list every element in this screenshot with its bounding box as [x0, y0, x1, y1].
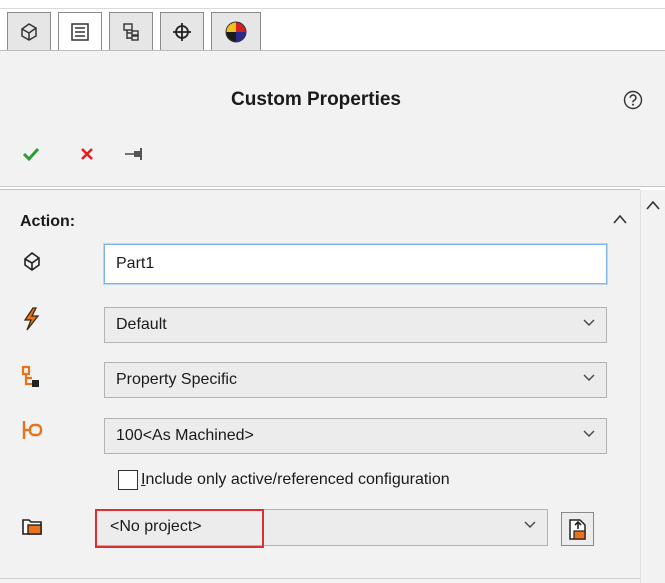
- project-folder-icon: [20, 514, 44, 543]
- scrollbar-track[interactable]: [640, 190, 641, 583]
- appearance-sphere-icon: [225, 21, 247, 42]
- include-active-config-label[interactable]: Include only active/referenced configura…: [141, 471, 450, 489]
- include-active-config-checkbox[interactable]: [118, 470, 138, 490]
- chevron-down-icon: [583, 374, 595, 381]
- crosshair-icon: [173, 22, 191, 41]
- section-title: Action:: [20, 213, 76, 230]
- pin-button[interactable]: [124, 146, 146, 167]
- project-select[interactable]: <No project>: [95, 509, 548, 546]
- chevron-up-icon: [613, 214, 627, 224]
- config-select[interactable]: 100<As Machined>: [104, 418, 607, 454]
- config-branch-icon: [20, 418, 44, 447]
- material-select[interactable]: Default: [104, 307, 607, 343]
- section-collapse-button[interactable]: [612, 212, 628, 230]
- confirm-button[interactable]: [22, 145, 40, 168]
- close-x-icon: [81, 148, 93, 160]
- tab-dimxpert[interactable]: [160, 12, 204, 50]
- chevron-down-icon: [524, 521, 536, 528]
- section-top-divider: [0, 189, 640, 190]
- tab-configuration-manager[interactable]: [109, 12, 153, 50]
- material-select-value: Default: [116, 316, 167, 333]
- checkmark-icon: [22, 147, 40, 162]
- config-select-value: 100<As Machined>: [116, 427, 254, 444]
- chevron-down-icon: [583, 430, 595, 437]
- scope-select-value: Property Specific: [116, 371, 237, 388]
- open-project-button[interactable]: [561, 512, 594, 546]
- tab-property-manager[interactable]: [58, 12, 102, 50]
- scroll-up-button[interactable]: [645, 198, 661, 216]
- header-area: [0, 51, 665, 186]
- label-text: nclude only active/referenced configurat…: [145, 471, 450, 488]
- property-manager-panel: Custom Properties Action: Part1 Default …: [0, 0, 665, 583]
- section-bottom-divider: [0, 578, 640, 579]
- page-title: Custom Properties: [231, 89, 401, 110]
- tab-strip: [0, 0, 665, 52]
- project-select-value: <No project>: [110, 518, 202, 535]
- name-field[interactable]: Part1: [103, 243, 608, 285]
- configuration-manager-icon: [123, 22, 139, 41]
- property-list-icon: [71, 22, 89, 41]
- scope-select[interactable]: Property Specific: [104, 362, 607, 398]
- lightning-bolt-icon: [20, 306, 42, 337]
- tab-display-manager[interactable]: [211, 12, 261, 50]
- tab-strip-top-line: [0, 8, 665, 9]
- tab-feature-manager[interactable]: [7, 12, 51, 50]
- cancel-button[interactable]: [80, 147, 94, 166]
- question-circle-icon: [623, 90, 643, 110]
- open-project-icon: [568, 519, 586, 540]
- help-button[interactable]: [623, 90, 643, 115]
- chevron-up-icon: [646, 200, 660, 210]
- header-divider: [0, 186, 665, 187]
- chevron-down-icon: [583, 319, 595, 326]
- config-tree-icon: [20, 364, 42, 395]
- pushpin-icon: [125, 148, 142, 160]
- include-active-config-option[interactable]: Include only active/referenced configura…: [118, 468, 450, 492]
- part-icon: [21, 22, 37, 41]
- part-outline-icon: [20, 249, 44, 278]
